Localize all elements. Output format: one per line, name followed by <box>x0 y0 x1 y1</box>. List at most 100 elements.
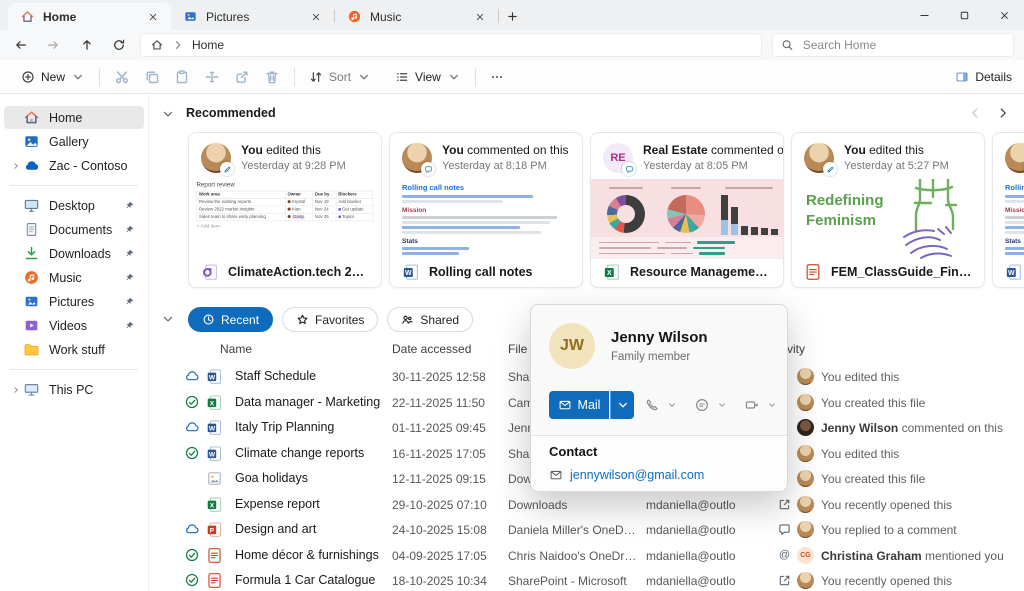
refresh-icon <box>112 38 126 52</box>
view-icon <box>395 70 409 84</box>
rename-button[interactable] <box>197 64 227 90</box>
filter-favorites[interactable]: Favorites <box>282 307 379 332</box>
mail-dropdown-button[interactable] <box>610 391 634 419</box>
cut-button[interactable] <box>107 64 137 90</box>
comment-indicator-icon <box>777 522 792 537</box>
svg-text:P: P <box>210 527 215 534</box>
card-footer: W <box>993 257 1024 287</box>
chat-dropdown-button[interactable] <box>717 400 727 410</box>
recommended-cards: You edited this Yesterday at 9:28 PM Repor… <box>148 132 1024 290</box>
new-button[interactable]: New <box>14 66 92 88</box>
more-options-button[interactable] <box>483 66 511 88</box>
sidebar-item-gallery[interactable]: Gallery <box>4 130 144 153</box>
tab-home[interactable]: Home <box>8 3 171 30</box>
search-input[interactable] <box>800 37 1005 53</box>
date-accessed: 12-11-2025 09:15 <box>392 472 486 486</box>
card-file-name: FEM_ClassGuide_Final_en-GB <box>831 265 972 279</box>
collapse-chevron-icon[interactable] <box>161 312 175 326</box>
sidebar-item-this-pc[interactable]: This PC <box>4 378 144 401</box>
search-box[interactable] <box>772 33 1014 57</box>
plus-icon <box>506 10 519 23</box>
activity-avatar <box>797 419 814 436</box>
file-row[interactable]: Home décor & furnishings 04-09-2025 17:05… <box>148 543 1024 569</box>
tab-close-button[interactable] <box>143 7 163 27</box>
tab-music[interactable]: Music <box>335 3 498 30</box>
maximize-button[interactable] <box>944 0 984 30</box>
cloud-sync-icon <box>184 368 200 384</box>
sidebar-item-downloads[interactable]: Downloads <box>4 242 144 265</box>
file-location: Chris Naidoo's OneDrive -... <box>508 548 638 563</box>
carousel-next-button[interactable] <box>996 106 1010 120</box>
file-row[interactable]: Formula 1 Car Catalogue 18-10-2025 10:34 S… <box>148 568 1024 591</box>
filter-recent[interactable]: Recent <box>188 307 274 332</box>
svg-text:X: X <box>210 502 215 509</box>
share-button[interactable] <box>227 64 257 90</box>
sidebar-item-documents[interactable]: Documents <box>4 218 144 241</box>
paste-button[interactable] <box>167 64 197 90</box>
sidebar-item-pictures[interactable]: Pictures <box>4 290 144 313</box>
sidebar-item-videos[interactable]: Videos <box>4 314 144 337</box>
recommended-card[interactable]: You edited this Yesterday at 9:28 PM Repor… <box>188 132 382 288</box>
tab-label: Home <box>43 9 77 24</box>
carousel-previous-button[interactable] <box>968 106 982 120</box>
recommended-card[interactable]: You edited this Yesterday at 5:27 PM Redef… <box>791 132 985 288</box>
copy-button[interactable] <box>137 64 167 90</box>
chat-button[interactable] <box>694 397 710 413</box>
filter-shared[interactable]: Shared <box>387 307 474 332</box>
sidebar-item-home[interactable]: Home <box>4 106 144 129</box>
forward-button[interactable] <box>40 33 66 57</box>
excelfile-icon: X <box>206 394 223 411</box>
video-dropdown-button[interactable] <box>767 400 777 410</box>
activity-text: You edited this <box>821 370 900 384</box>
sidebar-item-music[interactable]: Music <box>4 266 144 289</box>
column-header-name[interactable]: Name <box>220 342 252 356</box>
close-button[interactable] <box>984 0 1024 30</box>
refresh-button[interactable] <box>106 33 132 57</box>
minimize-button[interactable] <box>904 0 944 30</box>
new-tab-button[interactable] <box>499 3 525 29</box>
pencil-badge-icon <box>823 162 837 176</box>
details-button[interactable]: Details <box>955 70 1012 84</box>
pin-icon <box>124 224 135 235</box>
column-header-date-accessed[interactable]: Date accessed <box>392 342 471 356</box>
back-button[interactable] <box>8 33 34 57</box>
star-icon <box>296 313 309 326</box>
expand-chevron-icon[interactable] <box>8 161 23 171</box>
chevron-down-icon <box>357 70 371 84</box>
divider <box>10 185 138 186</box>
sidebar-item-desktop[interactable]: Desktop <box>4 194 144 217</box>
delete-button[interactable] <box>257 64 287 90</box>
collapse-chevron-icon[interactable] <box>161 107 175 121</box>
recommended-card[interactable]: RE Real Estate commented on this Yesterday… <box>590 132 784 288</box>
up-button[interactable] <box>74 33 100 57</box>
tab-pictures[interactable]: Pictures <box>171 3 334 30</box>
view-button[interactable]: View <box>388 66 468 88</box>
recommended-card[interactable]: You commented on this Yesterday at 8:18 P… <box>389 132 583 288</box>
expand-chevron-icon[interactable] <box>8 385 23 395</box>
recommended-card[interactable]: Rolling call notes Mission Stats W <box>992 132 1024 288</box>
contact-email-link[interactable]: jennywilson@gmail.com <box>570 468 704 482</box>
navigation-pane: Home Gallery Zac - Contoso Desktop Documents… <box>0 95 148 591</box>
call-button[interactable] <box>644 397 660 413</box>
mail-button[interactable]: Mail <box>549 391 609 419</box>
activity-avatar <box>797 470 814 487</box>
video-call-button[interactable] <box>744 397 760 413</box>
tab-close-button[interactable] <box>306 7 326 27</box>
sort-label: Sort <box>329 69 352 84</box>
svg-text:X: X <box>210 400 215 407</box>
document-preview: Rolling call notes Mission Stats <box>993 179 1024 255</box>
file-name: Staff Schedule <box>235 369 317 383</box>
sidebar-item-work-stuff[interactable]: Work stuff <box>4 338 144 361</box>
details-label: Details <box>975 69 1012 84</box>
pin-icon <box>124 200 135 211</box>
sidebar-item-label: Zac - Contoso <box>49 158 128 173</box>
call-dropdown-button[interactable] <box>667 400 677 410</box>
file-row[interactable]: X Expense report 29-10-2025 07:10 Downloads… <box>148 492 1024 518</box>
tab-close-button[interactable] <box>470 7 490 27</box>
sidebar-item-zac-contoso[interactable]: Zac - Contoso <box>4 154 144 177</box>
videos-icon <box>23 317 40 334</box>
file-row[interactable]: P Design and art 24-10-2025 15:08 Daniela M… <box>148 517 1024 543</box>
folder-icon <box>23 341 40 358</box>
breadcrumb[interactable]: Home <box>140 33 762 57</box>
sort-button[interactable]: Sort <box>302 66 378 88</box>
